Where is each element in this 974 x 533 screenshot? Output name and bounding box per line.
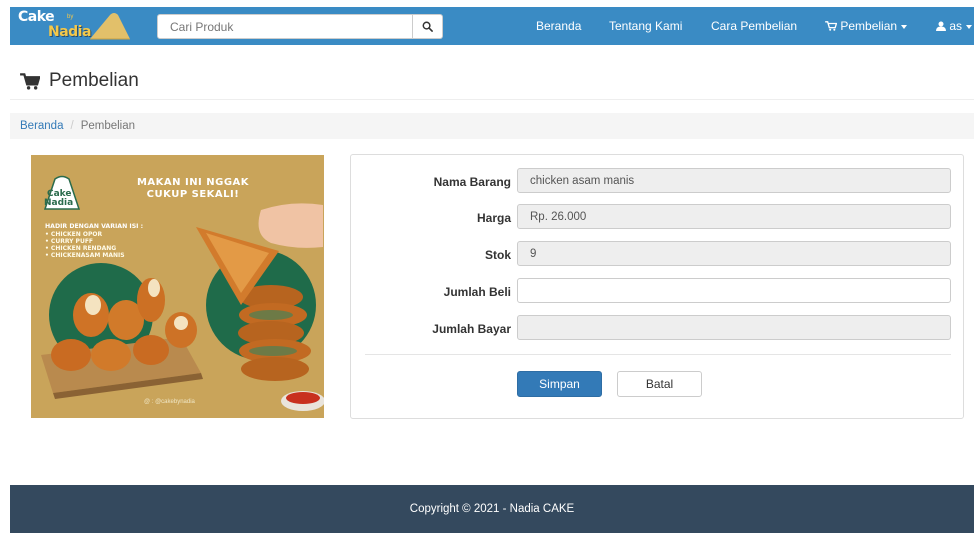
- jumlah-bayar-field[interactable]: [517, 315, 951, 340]
- chevron-down-icon: [966, 24, 973, 29]
- product-image-credit: @ : @cakebynadia: [144, 399, 195, 405]
- harga-field[interactable]: [517, 204, 951, 229]
- variant-item: • CHICKENASAM MANIS: [45, 252, 125, 259]
- product-variant-list: HADIR DENGAN VARIAN ISI : • CHICKEN OPOR…: [45, 223, 143, 259]
- nav-user-dropdown[interactable]: as: [936, 7, 973, 45]
- nav-purchase-label: Pembelian: [840, 19, 898, 33]
- purchase-form-panel: Nama Barang Harga Stok Jumlah Beli Jumla…: [350, 154, 964, 419]
- nav-purchase-dropdown[interactable]: Pembelian: [825, 7, 908, 45]
- product-image: Cake Nadia MAKAN INI NGGAK CUKUP SEKALI!…: [31, 155, 324, 418]
- nav-about[interactable]: Tentang Kami: [609, 7, 682, 45]
- product-headline-line1: MAKAN INI NGGAK: [136, 177, 250, 188]
- breadcrumb-separator: /: [70, 120, 74, 132]
- variant-item: • CHICKEN OPOR: [45, 231, 103, 238]
- label-nama-barang: Nama Barang: [433, 175, 511, 189]
- breadcrumb-home[interactable]: Beranda: [20, 120, 63, 132]
- label-harga: Harga: [476, 211, 511, 225]
- page-title: Pembelian: [49, 70, 139, 91]
- cart-icon: [20, 72, 40, 90]
- chevron-down-icon: [901, 24, 908, 29]
- stok-field[interactable]: [517, 241, 951, 266]
- breadcrumb: Beranda / Pembelian: [10, 113, 974, 139]
- nav-user-label: as: [949, 19, 963, 33]
- label-stok: Stok: [484, 248, 511, 262]
- nav-home[interactable]: Beranda: [536, 7, 581, 45]
- save-button[interactable]: Simpan: [517, 371, 602, 397]
- nav-how-to-buy[interactable]: Cara Pembelian: [711, 7, 797, 45]
- label-jumlah-bayar: Jumlah Bayar: [432, 322, 511, 336]
- page-header: Pembelian: [20, 68, 139, 94]
- variant-item: • CURRY PUFF: [45, 238, 94, 245]
- jumlah-beli-field[interactable]: [517, 278, 951, 303]
- footer: Copyright © 2021 - Nadia CAKE: [10, 485, 974, 533]
- variant-item: • CHICKEN RENDANG: [45, 245, 117, 252]
- product-headline: MAKAN INI NGGAK CUKUP SEKALI!: [99, 177, 287, 201]
- variant-list-heading: HADIR DENGAN VARIAN ISI :: [45, 223, 144, 230]
- product-headline-line2: CUKUP SEKALI!: [146, 189, 240, 200]
- breadcrumb-current: Pembelian: [80, 120, 136, 132]
- form-divider: [365, 354, 951, 355]
- cancel-button[interactable]: Batal: [617, 371, 702, 397]
- navbar: Cake by Nadia Beranda Tentang Kami Cara …: [10, 7, 974, 45]
- user-icon: [936, 21, 946, 31]
- label-jumlah-beli: Jumlah Beli: [443, 285, 511, 299]
- footer-copyright: Copyright © 2021 - Nadia CAKE: [409, 503, 575, 515]
- product-logo-word-nadia: Nadia: [44, 198, 74, 208]
- nama-barang-field[interactable]: [517, 168, 951, 193]
- header-divider: [10, 99, 974, 100]
- cart-icon: [825, 21, 838, 31]
